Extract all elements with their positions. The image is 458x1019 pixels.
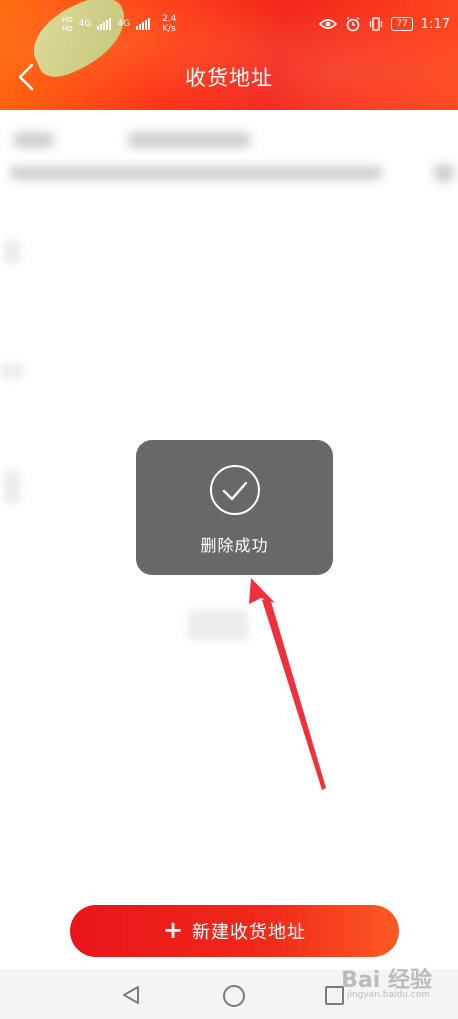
- battery-indicator: 77: [391, 17, 413, 31]
- status-bar: HD HD 4G 4G 2.4 K/s 77 1:17: [0, 0, 458, 44]
- speed-value: 2.4: [162, 14, 177, 24]
- speed-unit: K/s: [162, 24, 176, 34]
- signal-icon: [97, 18, 112, 30]
- nav-home-icon[interactable]: [223, 985, 245, 1007]
- status-bar-left: HD HD 4G 4G 2.4 K/s: [62, 14, 176, 34]
- ghost-shape: [4, 240, 20, 264]
- ghost-shape: [188, 610, 248, 640]
- vibrate-icon: [370, 17, 383, 31]
- success-toast: 删除成功: [136, 440, 333, 575]
- sim1-label: HD: [62, 15, 73, 24]
- ghost-shape: [0, 364, 24, 378]
- watermark-url: jingyan.baidu.com: [346, 990, 430, 1000]
- ghost-shape: [4, 470, 20, 504]
- network-speed: 2.4 K/s: [162, 14, 176, 34]
- new-address-label: 新建收货地址: [192, 922, 307, 943]
- page-title: 收货地址: [185, 66, 273, 90]
- new-address-button[interactable]: + 新建收货地址: [70, 905, 399, 957]
- clock-time: 1:17: [420, 16, 450, 32]
- toast-message: 删除成功: [200, 536, 269, 555]
- check-circle-icon: [210, 465, 260, 515]
- edit-icon-blurred[interactable]: [434, 164, 454, 182]
- address-name-blurred: [14, 132, 54, 148]
- network-type-2: 4G: [117, 19, 131, 29]
- signal-icon-2: [136, 18, 151, 30]
- plus-icon: +: [162, 916, 185, 944]
- app-header: HD HD 4G 4G 2.4 K/s 77 1:17 收货地址: [0, 0, 458, 110]
- address-detail-blurred: [10, 166, 382, 180]
- status-bar-right: 77 1:17: [319, 16, 450, 32]
- sim-badges: HD HD: [62, 16, 73, 33]
- eye-icon: [319, 19, 338, 29]
- alarm-icon: [346, 16, 360, 32]
- address-phone-blurred: [128, 132, 250, 148]
- sim2-label: HD: [62, 24, 73, 33]
- address-list-item[interactable]: [0, 110, 458, 210]
- nav-back-icon[interactable]: [120, 984, 142, 1006]
- network-type-1: 4G: [78, 19, 92, 29]
